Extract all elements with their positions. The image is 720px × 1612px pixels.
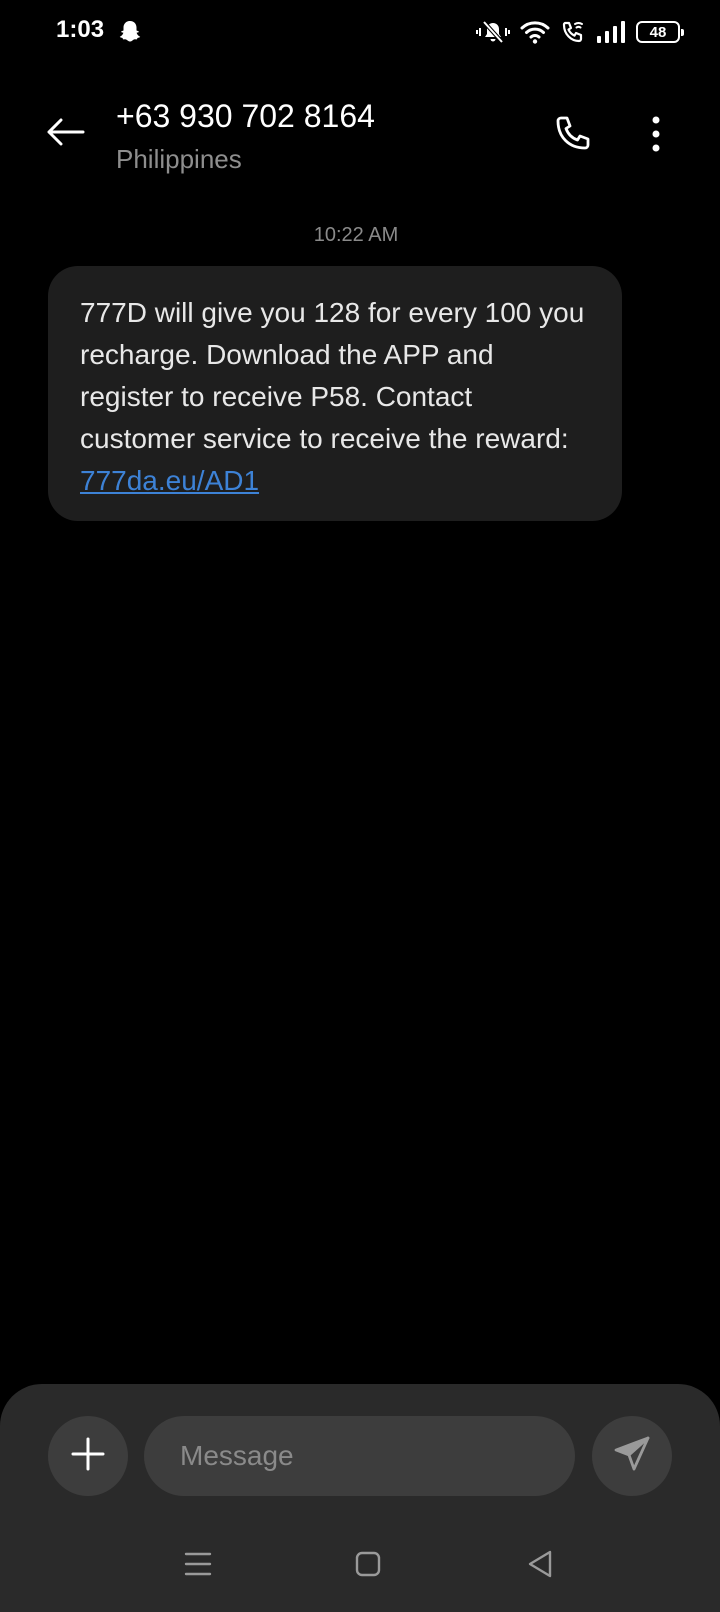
more-options-button[interactable] bbox=[636, 110, 676, 162]
nav-home-button[interactable] bbox=[350, 1548, 386, 1584]
home-icon bbox=[354, 1550, 382, 1583]
back-button[interactable] bbox=[40, 112, 90, 156]
message-text: 777D will give you 128 for every 100 you… bbox=[80, 297, 585, 454]
battery-icon: 48 bbox=[636, 21, 684, 43]
wifi-icon bbox=[520, 19, 550, 45]
message-link[interactable]: 777da.eu/AD1 bbox=[80, 460, 259, 502]
menu-icon bbox=[184, 1551, 212, 1582]
send-icon bbox=[613, 1435, 651, 1478]
contact-location: Philippines bbox=[116, 144, 242, 174]
back-arrow-icon bbox=[45, 117, 85, 152]
nav-menu-button[interactable] bbox=[180, 1548, 216, 1584]
send-button[interactable] bbox=[592, 1416, 672, 1496]
more-vert-icon bbox=[651, 116, 661, 157]
status-bar: 1:03 48 bbox=[0, 0, 720, 64]
message-input[interactable] bbox=[144, 1416, 575, 1496]
back-triangle-icon bbox=[526, 1549, 554, 1584]
call-button[interactable] bbox=[546, 110, 598, 162]
message-timestamp: 10:22 AM bbox=[313, 224, 399, 246]
snapchat-icon bbox=[116, 18, 144, 46]
status-icons: 48 bbox=[476, 16, 684, 48]
nav-back-button[interactable] bbox=[522, 1548, 558, 1584]
message-bubble[interactable]: 777D will give you 128 for every 100 you… bbox=[48, 266, 622, 521]
mute-vibrate-icon bbox=[476, 19, 510, 45]
status-time: 1:03 bbox=[56, 16, 105, 43]
attach-button[interactable] bbox=[48, 1416, 128, 1496]
contact-number: +63 930 702 8164 bbox=[116, 98, 375, 134]
plus-icon bbox=[71, 1437, 105, 1476]
conversation-header: +63 930 702 8164 Philippines bbox=[0, 88, 720, 188]
signal-icon bbox=[596, 20, 626, 44]
phone-icon bbox=[553, 115, 591, 158]
wifi-calling-icon bbox=[560, 19, 586, 45]
